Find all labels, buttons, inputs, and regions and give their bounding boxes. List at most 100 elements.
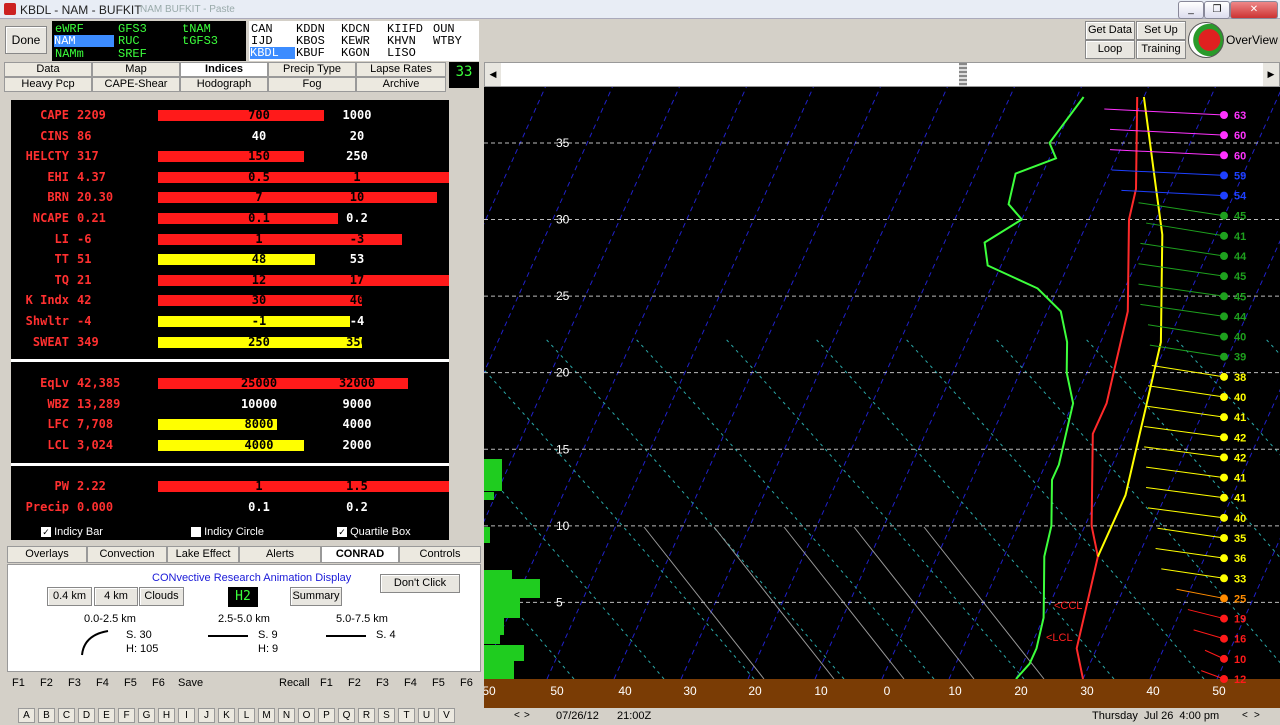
summary-button[interactable]: Summary — [290, 587, 342, 606]
restore-button[interactable]: ❐ — [1204, 1, 1230, 19]
fkey-right-f1[interactable]: F1 — [320, 677, 333, 689]
station-kbdl[interactable]: KBDL — [250, 47, 295, 59]
fkey-left-f4[interactable]: F4 — [96, 677, 109, 689]
tab-overlays[interactable]: Overlays — [7, 546, 87, 563]
set-up-button[interactable]: Set Up — [1136, 21, 1186, 40]
letter-button-u[interactable]: U — [418, 708, 435, 723]
close-button[interactable]: ✕ — [1230, 1, 1278, 19]
tab-fog[interactable]: Fog — [268, 77, 356, 92]
clouds-button[interactable]: Clouds — [139, 587, 184, 606]
letter-button-o[interactable]: O — [298, 708, 315, 723]
station-wtby[interactable]: WTBY — [433, 35, 462, 47]
letter-button-d[interactable]: D — [78, 708, 95, 723]
model-tgfs3[interactable]: tGFS3 — [182, 35, 218, 47]
fkey-right-f2[interactable]: F2 — [348, 677, 361, 689]
save-button[interactable]: Save — [178, 677, 203, 689]
fkey-left-f5[interactable]: F5 — [124, 677, 137, 689]
time-slider[interactable]: ◀ ▶ — [484, 62, 1280, 87]
tab-indices[interactable]: Indices — [180, 62, 268, 77]
letter-button-v[interactable]: V — [438, 708, 455, 723]
x-tick-label: 10 — [948, 684, 962, 698]
status-right-arrow-icon[interactable]: > — [524, 710, 530, 721]
recall-button[interactable]: Recall — [279, 677, 310, 689]
get-data-button[interactable]: Get Data — [1085, 21, 1135, 40]
letter-button-q[interactable]: Q — [338, 708, 355, 723]
model-nam[interactable]: NAM — [54, 35, 114, 47]
letter-button-f[interactable]: F — [118, 708, 135, 723]
fkey-left-f1[interactable]: F1 — [12, 677, 25, 689]
tab-lake-effect[interactable]: Lake Effect — [167, 546, 239, 563]
fkey-right-f4[interactable]: F4 — [404, 677, 417, 689]
done-button[interactable]: Done — [5, 26, 47, 54]
letter-button-b[interactable]: B — [38, 708, 55, 723]
wind-speed-label: 25 — [1234, 593, 1246, 605]
tab-heavy-pcp[interactable]: Heavy Pcp — [4, 77, 92, 92]
checkbox-quartile-box[interactable]: ✓ Quartile Box — [337, 526, 411, 538]
fkey-right-f5[interactable]: F5 — [432, 677, 445, 689]
tab-controls[interactable]: Controls — [399, 546, 481, 563]
layer-0-4km-button[interactable]: 0.4 km — [47, 587, 92, 606]
layer-4km-button[interactable]: 4 km — [94, 587, 138, 606]
tab-lapse-rates[interactable]: Lapse Rates — [356, 62, 446, 77]
training-button[interactable]: Training — [1136, 40, 1186, 59]
checkbox-box[interactable]: ✓ — [337, 527, 347, 538]
quartile-2: 0.2 — [346, 211, 368, 225]
status-date: 07/26/12 — [556, 710, 599, 722]
letter-button-m[interactable]: M — [258, 708, 275, 723]
loop-button[interactable]: Loop — [1085, 40, 1135, 59]
tab-data[interactable]: Data — [4, 62, 92, 77]
tab-precip-type[interactable]: Precip Type — [268, 62, 356, 77]
letter-button-l[interactable]: L — [238, 708, 255, 723]
status-right-right-arrow-icon[interactable]: > — [1254, 710, 1260, 721]
letter-button-p[interactable]: P — [318, 708, 335, 723]
tab-convection[interactable]: Convection — [87, 546, 167, 563]
letter-button-n[interactable]: N — [278, 708, 295, 723]
letter-button-r[interactable]: R — [358, 708, 375, 723]
letter-button-a[interactable]: A — [18, 708, 35, 723]
adiabat-line — [1263, 336, 1280, 356]
wind-speed-label: 41 — [1234, 412, 1246, 424]
letter-button-t[interactable]: T — [398, 708, 415, 723]
tab-hodograph[interactable]: Hodograph — [180, 77, 268, 92]
letter-button-k[interactable]: K — [218, 708, 235, 723]
dont-click-button[interactable]: Don't Click — [380, 574, 460, 593]
tab-map[interactable]: Map — [92, 62, 180, 77]
checkbox-box[interactable] — [191, 527, 201, 538]
status-right-left-arrow-icon[interactable]: < — [1242, 710, 1248, 721]
model-ruc[interactable]: RUC — [118, 35, 140, 47]
index-bar — [158, 439, 304, 451]
tab-alerts[interactable]: Alerts — [239, 546, 321, 563]
wind-barb — [1187, 609, 1225, 620]
fkey-left-f6[interactable]: F6 — [152, 677, 165, 689]
slider-left-arrow-icon[interactable]: ◀ — [485, 63, 501, 86]
letter-button-h[interactable]: H — [158, 708, 175, 723]
model-namm[interactable]: NAMm — [55, 48, 84, 60]
overview-button[interactable]: OverView — [1226, 33, 1278, 47]
slider-thumb[interactable] — [959, 63, 967, 86]
tab-archive[interactable]: Archive — [356, 77, 446, 92]
status-left-arrow-icon[interactable]: < — [514, 710, 520, 721]
letter-button-e[interactable]: E — [98, 708, 115, 723]
checkbox-indicy-bar[interactable]: ✓ Indicy Bar — [41, 526, 103, 538]
fkey-right-f6[interactable]: F6 — [460, 677, 473, 689]
model-sref[interactable]: SREF — [118, 48, 147, 60]
station-kgon[interactable]: KGON — [341, 47, 370, 59]
fkey-left-f2[interactable]: F2 — [40, 677, 53, 689]
wind-speed-label: 60 — [1234, 150, 1246, 162]
letter-button-g[interactable]: G — [138, 708, 155, 723]
tab-conrad[interactable]: CONRAD — [321, 546, 399, 563]
slider-right-arrow-icon[interactable]: ▶ — [1263, 63, 1279, 86]
station-liso[interactable]: LISO — [387, 47, 416, 59]
tab-cape-shear[interactable]: CAPE-Shear — [92, 77, 180, 92]
letter-button-i[interactable]: I — [178, 708, 195, 723]
letter-button-c[interactable]: C — [58, 708, 75, 723]
checkbox-indicy-circle[interactable]: Indicy Circle — [191, 526, 264, 538]
overview-logo-icon[interactable] — [1188, 22, 1224, 58]
minimize-button[interactable]: _ — [1178, 1, 1204, 19]
letter-button-j[interactable]: J — [198, 708, 215, 723]
station-kbuf[interactable]: KBUF — [296, 47, 325, 59]
fkey-left-f3[interactable]: F3 — [68, 677, 81, 689]
letter-button-s[interactable]: S — [378, 708, 395, 723]
fkey-right-f3[interactable]: F3 — [376, 677, 389, 689]
checkbox-box[interactable]: ✓ — [41, 527, 51, 538]
